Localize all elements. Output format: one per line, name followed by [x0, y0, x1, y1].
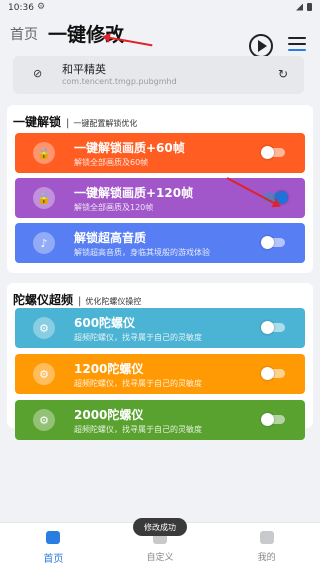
unlock-panel: 一键解锁 | 一键配置解锁优化 🔒 一键解锁画质+60帧 解锁全部画质及60帧 … [7, 105, 313, 273]
tab-home[interactable]: 首页 [10, 24, 38, 44]
section-subtitle: 优化陀螺仪操控 [85, 297, 142, 306]
target-app-name: 和平精英 [62, 63, 106, 76]
card-gyro-1200[interactable]: ⚙ 1200陀螺仪 超频陀螺仪，找寻属于自己的灵敏度 [15, 354, 305, 394]
toggle-switch[interactable] [261, 321, 285, 334]
section-subtitle: 一键配置解锁优化 [73, 119, 138, 128]
nav-home[interactable]: 首页 [0, 523, 107, 569]
card-desc: 解锁超高音质，身临其境般的游戏体验 [74, 248, 210, 257]
lock-icon: 🔒 [33, 142, 55, 164]
gear-icon: ⚙ [33, 409, 55, 431]
section-header: 陀螺仪超频 | 优化陀螺仪操控 [13, 291, 141, 308]
nav-label: 自定义 [146, 553, 174, 563]
toggle-switch[interactable] [261, 367, 285, 380]
card-desc: 解锁全部画质及60帧 [74, 158, 149, 167]
nav-label: 首页 [43, 554, 64, 565]
battery-icon [307, 3, 312, 11]
section-header: 一键解锁 | 一键配置解锁优化 [13, 113, 137, 130]
card-title: 2000陀螺仪 [74, 408, 144, 422]
play-circle-icon[interactable] [249, 34, 273, 58]
home-icon [46, 531, 61, 544]
card-title: 600陀螺仪 [74, 316, 136, 330]
gear-icon: ⚙ [33, 317, 55, 339]
gear-icon: ⚙ [33, 363, 55, 385]
card-title: 一键解锁画质+60帧 [74, 141, 185, 155]
refresh-icon[interactable]: ↻ [278, 67, 288, 81]
gyro-panel: 陀螺仪超频 | 优化陀螺仪操控 ⚙ 600陀螺仪 超频陀螺仪，找寻属于自己的灵敏… [7, 283, 313, 440]
hamburger-menu-icon[interactable] [288, 37, 306, 55]
toggle-switch[interactable] [261, 413, 285, 426]
section-separator: | [66, 118, 70, 129]
music-disc-icon: ♪ [33, 232, 55, 254]
card-title: 一键解锁画质+120帧 [74, 186, 194, 200]
target-app-package: com.tencent.tmgp.pubgmhd [62, 77, 177, 86]
toggle-switch[interactable] [261, 236, 285, 249]
profile-icon [259, 531, 274, 544]
disabled-vibrate-icon: ⊘ [33, 67, 43, 80]
card-desc: 超频陀螺仪，找寻属于自己的灵敏度 [74, 379, 202, 388]
card-gyro-600[interactable]: ⚙ 600陀螺仪 超频陀螺仪，找寻属于自己的灵敏度 [15, 308, 305, 348]
toggle-switch[interactable] [261, 146, 285, 159]
card-title: 解锁超高音质 [74, 231, 147, 245]
card-desc: 解锁全部画质及120帧 [74, 203, 154, 212]
status-time: 10:36 [8, 3, 34, 13]
card-hq-audio[interactable]: ♪ 解锁超高音质 解锁超高音质，身临其境般的游戏体验 [15, 223, 305, 263]
target-app-card[interactable]: ⊘ 和平精英 com.tencent.tmgp.pubgmhd ↻ [13, 56, 304, 94]
card-unlock-60fps[interactable]: 🔒 一键解锁画质+60帧 解锁全部画质及60帧 [15, 133, 305, 173]
toast-message: 修改成功 [133, 518, 187, 536]
header: 首页 一键修改 [0, 16, 320, 58]
status-bar: 10:36 ⚙ [0, 0, 320, 16]
section-title: 一键解锁 [13, 115, 62, 129]
nav-profile[interactable]: 我的 [213, 523, 320, 569]
status-icons [296, 3, 312, 11]
section-title: 陀螺仪超频 [13, 293, 74, 307]
card-desc: 超频陀螺仪，找寻属于自己的灵敏度 [74, 425, 202, 434]
card-gyro-2000[interactable]: ⚙ 2000陀螺仪 超频陀螺仪，找寻属于自己的灵敏度 [15, 400, 305, 440]
settings-status-icon: ⚙ [37, 2, 46, 12]
lock-icon: 🔒 [33, 187, 55, 209]
page-title: 一键修改 [48, 24, 125, 46]
card-desc: 超频陀螺仪，找寻属于自己的灵敏度 [74, 333, 202, 342]
card-title: 1200陀螺仪 [74, 362, 144, 376]
signal-icon [296, 3, 303, 11]
section-separator: | [78, 296, 82, 307]
nav-label: 我的 [257, 553, 276, 563]
